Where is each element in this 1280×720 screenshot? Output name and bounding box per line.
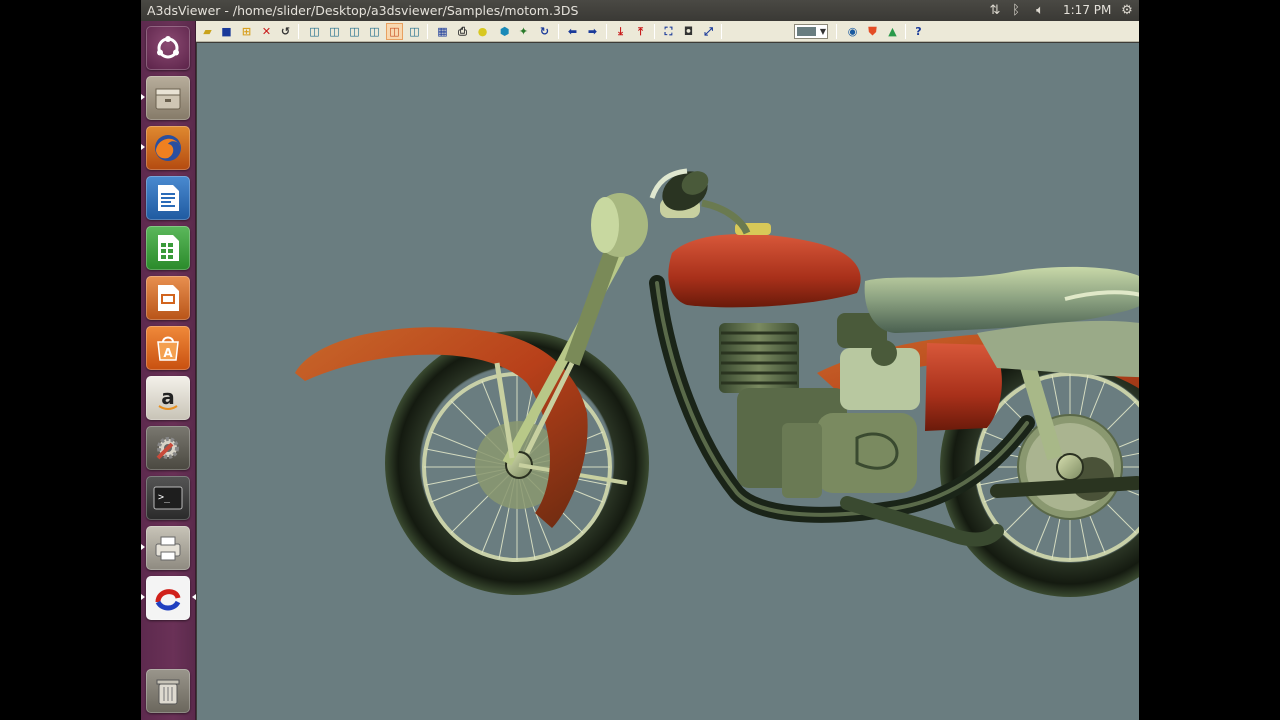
printer-icon[interactable]	[146, 526, 190, 570]
top-panel: A3dsViewer - /home/slider/Desktop/a3dsvi…	[141, 0, 1139, 21]
network-icon[interactable]: ⇅	[987, 2, 1003, 19]
svg-text:>_: >_	[158, 492, 171, 503]
refresh-icon[interactable]: ↻	[536, 23, 553, 40]
calc-icon[interactable]	[146, 226, 190, 270]
a3dsviewer-icon[interactable]	[146, 576, 190, 620]
writer-icon[interactable]	[146, 176, 190, 220]
firefox-icon[interactable]	[146, 126, 190, 170]
view-bottom-icon[interactable]: ◫	[406, 23, 423, 40]
view-top-icon[interactable]: ◫	[386, 23, 403, 40]
fullscreen-icon[interactable]: ⤢	[700, 23, 717, 40]
3d-viewport[interactable]	[197, 43, 1139, 720]
rotate-left-icon[interactable]: ⬅	[564, 23, 581, 40]
close-icon[interactable]: ✕	[258, 23, 275, 40]
terminal-icon[interactable]: >_	[146, 476, 190, 520]
toolbar: ▰ ■ ⊞ ✕ ↺ ◫ ◫ ◫ ◫ ◫ ◫ ▦ ⎙ ● ⬢ ✦ ↻ ⬅ ➡ ⤓ …	[196, 21, 1139, 42]
software-center-icon[interactable]: A	[146, 326, 190, 370]
engine	[719, 313, 920, 498]
export-up-icon[interactable]: ⤒	[632, 23, 649, 40]
html5-icon[interactable]: ⛊	[864, 23, 881, 40]
drive-icon[interactable]: ▲	[884, 23, 901, 40]
bluetooth-icon[interactable]: ᛒ	[1009, 2, 1023, 19]
light-icon[interactable]: ●	[474, 23, 491, 40]
files-icon[interactable]	[146, 76, 190, 120]
svg-text:A: A	[163, 346, 173, 360]
svg-text:a: a	[161, 385, 175, 409]
dash-home-icon[interactable]	[146, 26, 190, 70]
amazon-icon[interactable]: a	[146, 376, 190, 420]
fuel-tank	[668, 233, 861, 308]
print-icon[interactable]: ⎙	[454, 23, 471, 40]
help-icon[interactable]: ?	[910, 23, 927, 40]
system-settings-icon[interactable]	[146, 426, 190, 470]
muffler	[990, 476, 1139, 498]
save-icon[interactable]: ■	[218, 23, 235, 40]
window-title: A3dsViewer - /home/slider/Desktop/a3dsvi…	[147, 3, 579, 18]
trash-icon[interactable]	[146, 669, 190, 713]
volume-icon[interactable]: 🔈︎	[1029, 2, 1051, 19]
chevron-down-icon: ▼	[819, 27, 826, 36]
background-color-select[interactable]: ▼	[794, 24, 828, 39]
motorcycle-model	[295, 168, 1139, 597]
web-icon[interactable]: ◉	[844, 23, 861, 40]
settings-gear-icon[interactable]: ⚙	[1119, 2, 1135, 19]
fit-view-icon[interactable]: ⛶	[660, 23, 677, 40]
cube-icon[interactable]: ⬢	[496, 23, 513, 40]
view-back-icon[interactable]: ◫	[326, 23, 343, 40]
wireframe-icon[interactable]: ▦	[434, 23, 451, 40]
view-left-icon[interactable]: ◫	[346, 23, 363, 40]
background-color-swatch	[797, 27, 816, 36]
grid-icon[interactable]: ⊞	[238, 23, 255, 40]
rotate-right-icon[interactable]: ➡	[584, 23, 601, 40]
export-down-icon[interactable]: ⤓	[612, 23, 629, 40]
snapshot-icon[interactable]: ◘	[680, 23, 697, 40]
undo-icon[interactable]: ↺	[277, 23, 294, 40]
impress-icon[interactable]	[146, 276, 190, 320]
view-right-icon[interactable]: ◫	[366, 23, 383, 40]
open-icon[interactable]: ▰	[199, 23, 216, 40]
view-front-icon[interactable]: ◫	[306, 23, 323, 40]
orbit-icon[interactable]: ✦	[515, 23, 532, 40]
launcher: A a >_	[141, 21, 196, 720]
clock[interactable]: 1:17 PM	[1063, 3, 1111, 17]
desktop-screen: A3dsViewer - /home/slider/Desktop/a3dsvi…	[141, 0, 1139, 720]
